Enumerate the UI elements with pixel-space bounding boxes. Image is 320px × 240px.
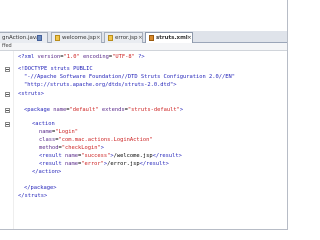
code-line: </struts> [18, 193, 48, 199]
code-line: <?xml version="1.0" encoding="UTF-8" ?> [18, 54, 145, 60]
editor-gutter [0, 51, 14, 229]
fold-toggle-icon[interactable] [5, 67, 10, 72]
code-line: </action> [32, 169, 62, 175]
code-line: <struts> [18, 91, 44, 97]
code-editor[interactable]: <?xml version="1.0" encoding="UTF-8" ?> … [0, 51, 287, 229]
ide-window: gnAction.java welcome.jsp × error.jsp × … [0, 0, 288, 230]
java-file-icon [37, 35, 42, 41]
code-line: </package> [24, 185, 57, 191]
close-tab-icon[interactable]: × [187, 33, 192, 43]
fold-toggle-icon[interactable] [5, 108, 10, 113]
code-line: class="com.mac.actions.LoginAction" [39, 137, 153, 143]
code-line: <action [32, 121, 55, 127]
close-tab-icon[interactable]: × [96, 33, 101, 43]
jsp-file-icon [108, 35, 113, 41]
tab-error-jsp[interactable]: error.jsp × [104, 32, 143, 43]
tab-label: struts.xml [156, 35, 188, 41]
code-line: name="Login" [39, 129, 78, 135]
breadcrumb: ffed [2, 43, 12, 49]
editor-tab-bar: gnAction.java welcome.jsp × error.jsp × … [0, 31, 287, 44]
tab-label: error.jsp [115, 35, 138, 41]
jsp-file-icon [55, 35, 60, 41]
fold-toggle-icon[interactable] [5, 92, 10, 97]
tab-welcome-jsp[interactable]: welcome.jsp × [51, 32, 102, 43]
fold-toggle-icon[interactable] [5, 122, 10, 127]
editor-subtoolbar: ffed [0, 43, 287, 51]
xml-file-icon [149, 35, 154, 41]
code-line: "-//Apache Software Foundation//DTD Stru… [24, 74, 235, 80]
close-tab-icon[interactable]: × [138, 33, 142, 43]
code-line: <!DOCTYPE struts PUBLIC [18, 66, 93, 72]
code-line: <result name="error">/error.jsp</result> [39, 161, 169, 167]
code-line: <result name="success">/welcome.jsp</res… [39, 153, 182, 159]
tab-label: gnAction.java [2, 35, 40, 41]
code-line: method="checkLogin"> [39, 145, 104, 151]
tab-login-action-java[interactable]: gnAction.java [0, 32, 48, 43]
code-line: "http://struts.apache.org/dtds/struts-2.… [24, 82, 177, 88]
code-line: <package name="default" extends="struts-… [24, 107, 184, 113]
tab-label: welcome.jsp [62, 35, 97, 41]
